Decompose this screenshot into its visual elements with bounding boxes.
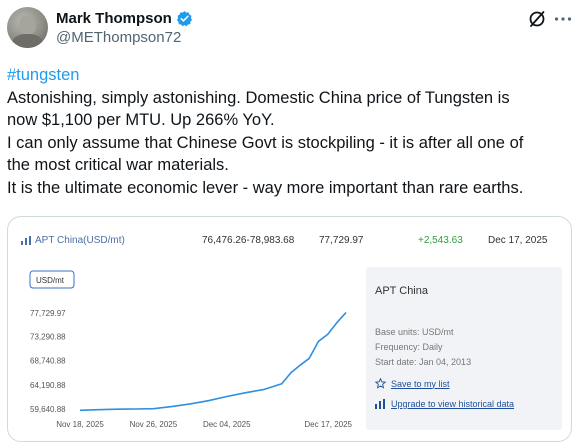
- avatar-body: [12, 34, 43, 48]
- post-text: #tungsten Astonishing, simply astonishin…: [7, 64, 572, 199]
- author-display-name[interactable]: Mark Thompson: [56, 10, 172, 27]
- star-icon: [375, 378, 386, 389]
- avatar[interactable]: [7, 7, 48, 48]
- price-chart: USD/mt 77,729.97 73,290.88 68,740.88 64,190.…: [20, 267, 358, 430]
- info-frequency: Frequency: Daily: [375, 342, 443, 352]
- price-range: 76,476.26-78,983.68: [202, 235, 295, 246]
- post-line: Astonishing, simply astonishing. Domesti…: [7, 88, 510, 107]
- x-tick-label: Dec 17, 2025: [304, 420, 352, 429]
- info-start-date: Start date: Jan 04, 2013: [375, 357, 472, 367]
- info-panel: APT China Base units: USD/mt Frequency: …: [366, 267, 562, 430]
- price-series-line: [79, 312, 347, 412]
- post-line: It is the ultimate economic lever - way …: [7, 178, 524, 197]
- current-price: 77,729.97: [319, 235, 364, 246]
- avatar-face: [19, 15, 36, 35]
- bar-chart-icon: [21, 236, 31, 245]
- post-line: now $1,100 per MTU. Up 266% YoY.: [7, 111, 275, 129]
- card-title: APT China(USD/mt): [21, 235, 125, 246]
- bar-chart-icon: [375, 399, 385, 409]
- upgrade-link-label: Upgrade to view historical data: [391, 399, 515, 409]
- x-tick-label: Nov 18, 2025: [56, 420, 104, 429]
- upgrade-link[interactable]: Upgrade to view historical data: [375, 399, 514, 409]
- card-header: APT China(USD/mt) 76,476.26-78,983.68 77…: [8, 217, 571, 263]
- info-base-units: Base units: USD/mt: [375, 327, 454, 337]
- y-tick-label: 64,190.88: [30, 381, 66, 390]
- x-tick-label: Dec 04, 2025: [203, 420, 251, 429]
- card-title-text: APT China(USD/mt): [35, 235, 125, 246]
- attached-price-card[interactable]: APT China(USD/mt) 76,476.26-78,983.68 77…: [7, 216, 572, 442]
- price-date: Dec 17, 2025: [488, 235, 548, 246]
- hashtag-link[interactable]: #tungsten: [7, 64, 572, 87]
- unit-label: USD/mt: [36, 276, 65, 285]
- price-chart-svg: USD/mt 77,729.97 73,290.88 68,740.88 64,190.…: [29, 270, 353, 429]
- y-tick-label: 59,640.88: [30, 405, 66, 414]
- verified-badge-icon: [176, 10, 192, 26]
- author-handle[interactable]: @METhompson72: [56, 29, 181, 46]
- y-tick-label: 73,290.88: [30, 333, 66, 342]
- grok-icon[interactable]: [527, 9, 547, 29]
- x-tick-label: Nov 26, 2025: [130, 420, 178, 429]
- more-options-icon[interactable]: [553, 12, 573, 26]
- y-tick-label: 77,729.97: [30, 309, 66, 318]
- save-to-list-link[interactable]: Save to my list: [375, 378, 450, 389]
- y-tick-label: 68,740.88: [30, 357, 66, 366]
- save-to-list-label: Save to my list: [391, 378, 450, 389]
- price-change: +2,543.63: [418, 235, 463, 246]
- author-name-row: Mark Thompson: [56, 8, 193, 28]
- post-line: the most critical war materials.: [7, 156, 229, 174]
- info-title: APT China: [375, 285, 428, 297]
- post-line: I can only assume that Chinese Govt is s…: [7, 133, 524, 152]
